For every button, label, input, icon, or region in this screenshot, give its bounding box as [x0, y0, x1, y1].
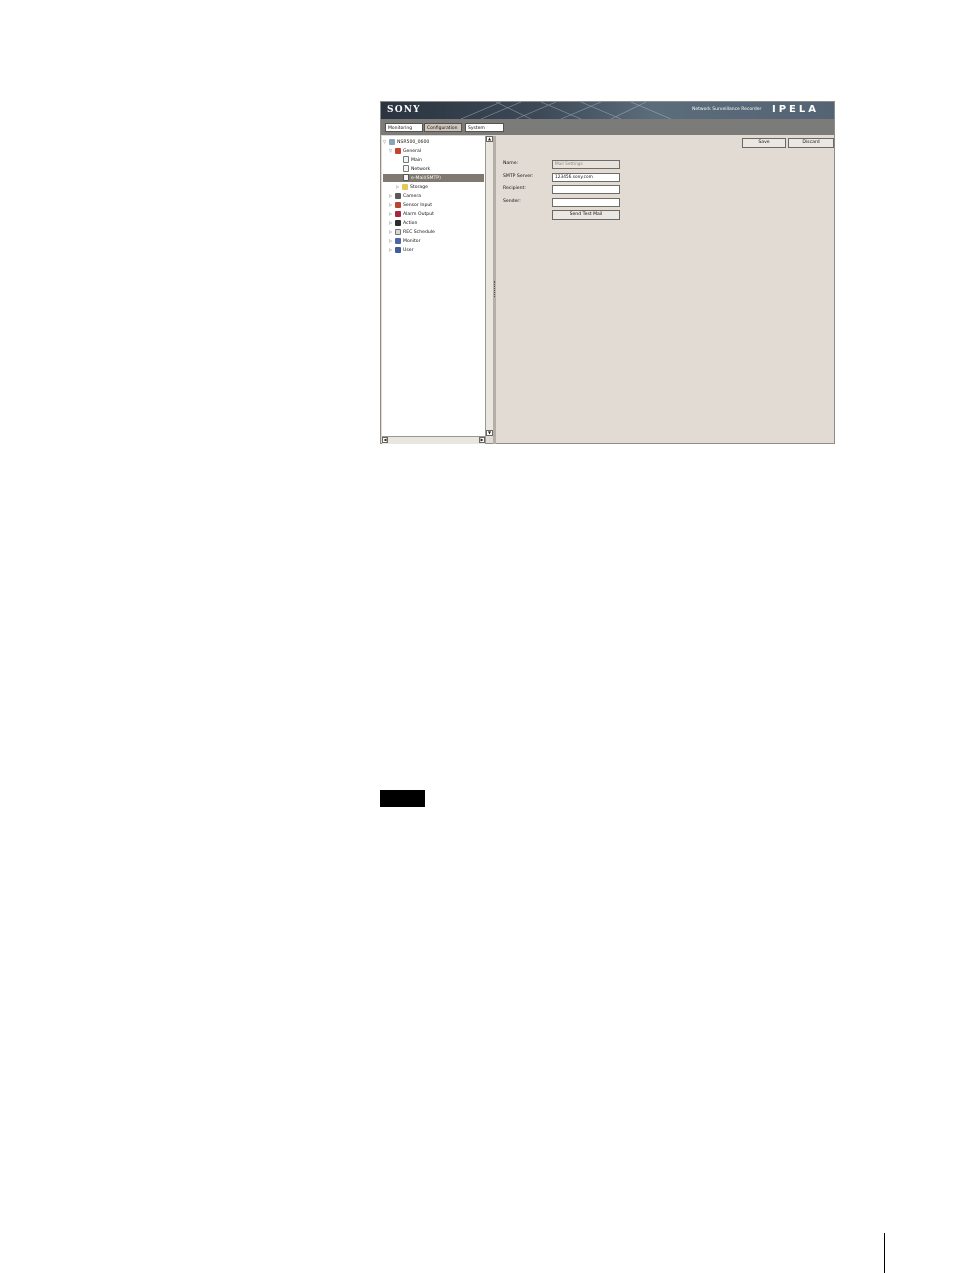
general-icon — [395, 147, 401, 154]
tree-item-label: Network — [411, 167, 431, 172]
action-icon — [395, 219, 401, 226]
scroll-left-icon[interactable]: ◀ — [382, 437, 388, 443]
tree-item-camera[interactable]: ▷ Camera — [389, 192, 421, 200]
tree-item-monitor[interactable]: ▷ Monitor — [389, 237, 420, 245]
tree-item-label: Camera — [403, 194, 422, 199]
tree-item-action[interactable]: ▷ Action — [389, 219, 417, 227]
tree-item-user[interactable]: ▷ User — [389, 246, 413, 254]
tree-item-sensor-input[interactable]: ▷ Sensor Input — [389, 201, 432, 209]
name-field: Mail Settings — [552, 160, 620, 169]
tree-item-email-smtp[interactable]: e-Mail(SMTP) — [383, 174, 484, 182]
tree-item-label: Monitor — [403, 239, 421, 244]
page-icon — [403, 174, 409, 181]
alarm-icon — [395, 210, 401, 217]
send-test-mail-button[interactable]: Send Test Mail — [552, 210, 620, 220]
pane-splitter[interactable] — [493, 136, 496, 444]
sender-input[interactable] — [552, 198, 620, 207]
recipient-label: Recipient: — [503, 186, 526, 191]
sender-label: Sender: — [503, 199, 521, 204]
main-tab-bar: Monitoring Configuration System — [381, 119, 834, 135]
user-icon — [395, 246, 401, 253]
scroll-up-icon[interactable]: ▲ — [486, 136, 493, 142]
tree-item-label: General — [403, 149, 422, 154]
tree-item-label: e-Mail(SMTP) — [411, 176, 441, 181]
banner-decoration — [461, 102, 672, 119]
product-name: Network Surveillance Recorder — [692, 107, 762, 112]
page-icon — [403, 156, 409, 163]
tree-horizontal-scrollbar[interactable]: ◀ ▶ — [382, 436, 485, 444]
save-button[interactable]: Save — [742, 138, 786, 148]
tree-item-label: Action — [403, 221, 418, 226]
tree-root[interactable]: ▽ NSR500_0600 — [383, 138, 429, 146]
page-edge-rule — [884, 1233, 885, 1273]
tree-item-label: REC Schedule — [403, 230, 435, 235]
name-label: Name: — [503, 161, 519, 166]
sony-logo: SONY — [387, 105, 421, 115]
tab-configuration[interactable]: Configuration — [424, 123, 462, 132]
tree-item-label: Alarm Output — [403, 212, 434, 217]
tree-item-network[interactable]: Network — [403, 165, 430, 173]
app-window: SONY Network Surveillance Recorder IPELA… — [380, 101, 835, 444]
tab-monitoring[interactable]: Monitoring — [385, 123, 423, 132]
scroll-down-icon[interactable]: ▼ — [486, 430, 493, 436]
recorder-icon — [389, 138, 395, 145]
tree-item-general[interactable]: ▽ General — [389, 147, 421, 155]
splitter-grip-icon[interactable] — [494, 281, 496, 297]
ipela-logo: IPELA — [772, 104, 819, 115]
tree-root-label: NSR500_0600 — [397, 140, 430, 145]
tree-item-label: Sensor Input — [403, 203, 433, 208]
navigation-tree: ▽ NSR500_0600 ▽ General Main Network e-Mai… — [382, 136, 486, 444]
note-tag — [380, 790, 425, 807]
camera-icon — [395, 192, 401, 199]
schedule-icon — [395, 228, 401, 235]
smtp-server-label: SMTP Server: — [503, 174, 534, 179]
tree-item-label: Storage — [410, 185, 428, 190]
folder-icon — [402, 183, 408, 190]
tab-system[interactable]: System — [465, 123, 504, 132]
page-icon — [403, 165, 409, 172]
tree-item-alarm-output[interactable]: ▷ Alarm Output — [389, 210, 434, 218]
tree-item-label: User — [403, 248, 414, 253]
monitor-icon — [395, 237, 401, 244]
smtp-server-input[interactable]: 123456.sony.com — [552, 173, 620, 182]
tree-item-rec-schedule[interactable]: ▷ REC Schedule — [389, 228, 435, 236]
recipient-input[interactable] — [552, 185, 620, 194]
tree-item-storage[interactable]: ▷ Storage — [396, 183, 428, 191]
discard-button[interactable]: Discard — [788, 138, 834, 148]
tree-item-main[interactable]: Main — [403, 156, 422, 164]
tree-item-label: Main — [411, 158, 422, 163]
header-banner: SONY Network Surveillance Recorder IPELA — [381, 102, 834, 119]
scroll-right-icon[interactable]: ▶ — [479, 437, 485, 443]
sensor-icon — [395, 201, 401, 208]
